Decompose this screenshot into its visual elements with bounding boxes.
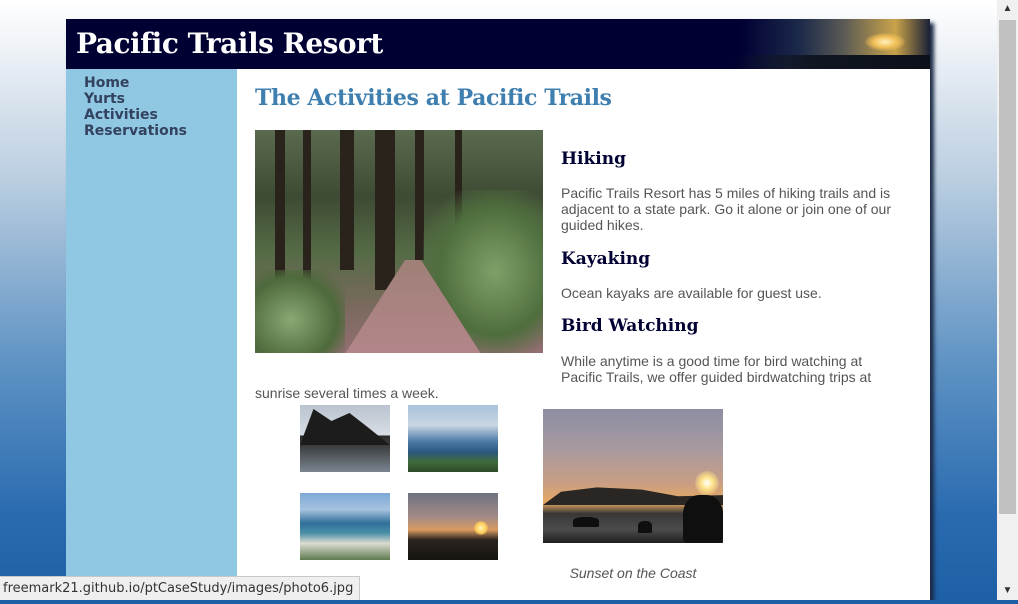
section-title-kayaking: Kayaking	[561, 249, 651, 269]
featured-photo-caption: Sunset on the Coast	[569, 565, 697, 581]
section-text-hiking: Pacific Trails Resort has 5 miles of hik…	[561, 185, 891, 233]
page-wrapper: Pacific Trails Resort Home Yurts Activit…	[66, 19, 930, 604]
window-bottom-edge	[0, 600, 1018, 604]
gallery-thumbnail-cove-waterfall[interactable]	[300, 493, 390, 560]
section-title-hiking: Hiking	[561, 149, 627, 169]
gallery-thumbnail-rocky-beach[interactable]	[300, 405, 390, 472]
forest-trail-photo	[255, 130, 543, 353]
gallery-thumbnail-coastline[interactable]	[408, 405, 498, 472]
section-text-bird-watching-line2: Pacific Trails, we offer guided birdwatc…	[561, 369, 872, 385]
site-title: Pacific Trails Resort	[76, 27, 383, 60]
scroll-down-arrow-icon[interactable]: ▼	[997, 582, 1018, 600]
header-shoreline	[730, 55, 930, 69]
nav-link-activities[interactable]: Activities	[84, 107, 158, 123]
section-text-bird-watching-line3: sunrise several times a week.	[255, 385, 439, 401]
section-title-bird-watching: Bird Watching	[561, 316, 699, 336]
gallery-thumbnail-sunset[interactable]	[408, 493, 498, 560]
nav-link-reservations[interactable]: Reservations	[84, 123, 187, 139]
nav-link-home[interactable]: Home	[84, 75, 129, 91]
sidebar-nav: Home Yurts Activities Reservations	[66, 69, 237, 604]
gallery-featured-photo	[543, 409, 723, 543]
site-header: Pacific Trails Resort	[66, 19, 930, 69]
section-text-kayaking: Ocean kayaks are available for guest use…	[561, 285, 822, 301]
vertical-scrollbar[interactable]: ▲ ▼	[997, 0, 1018, 604]
scroll-up-arrow-icon[interactable]: ▲	[997, 0, 1018, 18]
nav-link-yurts[interactable]: Yurts	[84, 91, 125, 107]
header-sunset-glow	[865, 33, 905, 51]
section-text-bird-watching-line1: While anytime is a good time for bird wa…	[561, 353, 863, 369]
browser-status-bar: freemark21.github.io/ptCaseStudy/images/…	[0, 576, 361, 601]
page-heading: The Activities at Pacific Trails	[255, 85, 612, 111]
scrollbar-thumb[interactable]	[999, 20, 1016, 514]
